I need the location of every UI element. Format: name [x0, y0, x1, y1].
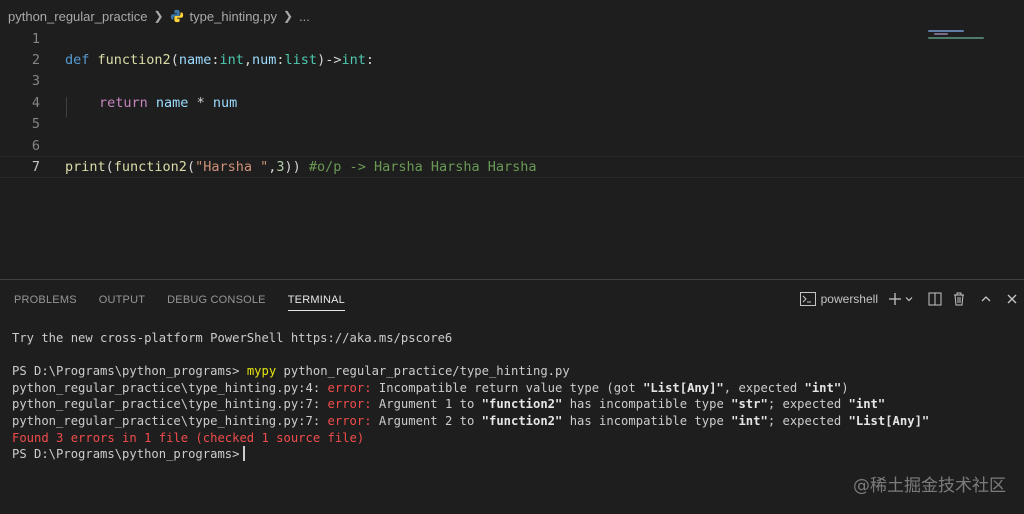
code-line: 4 return name * num: [0, 92, 1024, 113]
terminal-cursor: [243, 446, 245, 462]
shell-label: powershell: [820, 292, 878, 306]
plus-icon: [889, 293, 901, 305]
python-file-icon: [170, 9, 183, 22]
split-icon: [928, 292, 942, 306]
close-panel-button[interactable]: [1006, 293, 1018, 305]
close-icon: [1007, 294, 1017, 304]
code-line-current: 7 print(function2("Harsha ",3)) #o/p -> …: [0, 156, 1024, 178]
terminal-summary-line: Found 3 errors in 1 file (checked 1 sour…: [12, 430, 365, 445]
split-terminal-button[interactable]: [928, 292, 942, 306]
terminal-icon: [799, 292, 816, 306]
new-terminal-button[interactable]: [888, 292, 902, 306]
terminal-line: Try the new cross-platform PowerShell ht…: [12, 331, 453, 345]
line-number: 3: [31, 73, 40, 90]
tab-output[interactable]: OUTPUT: [99, 284, 145, 314]
chevron-down-icon: [905, 297, 913, 302]
line-number: 7: [31, 159, 40, 176]
terminal-prompt-line[interactable]: PS D:\Programs\python_programs>: [12, 446, 1012, 463]
code-line: 6: [0, 135, 1024, 156]
code-text: print(function2("Harsha ",3)) #o/p -> Ha…: [65, 159, 537, 176]
terminal-line: PS D:\Programs\python_programs> mypy pyt…: [12, 364, 570, 379]
code-text: return name * num: [99, 94, 238, 111]
code-editor[interactable]: 1 2 def function2(name:int,num:list)->in…: [0, 26, 1024, 271]
terminal-dropdown-button[interactable]: [904, 294, 914, 304]
line-number: 1: [31, 30, 40, 47]
code-line: 1: [0, 28, 1024, 49]
code-line: 5: [0, 114, 1024, 135]
code-line: 3: [0, 71, 1024, 92]
minimap[interactable]: [926, 28, 996, 42]
line-number: 6: [31, 137, 40, 154]
chevron-right-icon: ❯: [153, 9, 164, 23]
tab-terminal[interactable]: TERMINAL: [287, 284, 346, 314]
chevron-right-icon: ❯: [283, 9, 294, 23]
panel-tab-bar: PROBLEMS OUTPUT DEBUG CONSOLE TERMINAL: [0, 280, 353, 318]
breadcrumb-file[interactable]: type_hinting.py: [170, 9, 277, 24]
line-number: 5: [31, 116, 40, 133]
terminal-output[interactable]: Try the new cross-platform PowerShell ht…: [12, 330, 1012, 463]
trash-icon: [954, 292, 964, 306]
kill-terminal-button[interactable]: [952, 292, 966, 306]
line-number: 4: [31, 94, 40, 111]
terminal-error-line: python_regular_practice\type_hinting.py:…: [12, 413, 930, 428]
terminal-selector[interactable]: powershell: [799, 292, 878, 306]
breadcrumb-folder[interactable]: python_regular_practice: [8, 9, 147, 24]
line-number: 2: [31, 52, 40, 69]
chevron-up-icon: [981, 296, 991, 302]
breadcrumb-file-label: type_hinting.py: [189, 8, 277, 24]
maximize-panel-button[interactable]: [980, 293, 992, 305]
tab-problems[interactable]: PROBLEMS: [14, 284, 77, 314]
tab-debug-console[interactable]: DEBUG CONSOLE: [167, 284, 266, 314]
breadcrumb-more[interactable]: ...: [299, 9, 310, 24]
watermark: @稀土掘金技术社区: [853, 476, 1006, 496]
code-text: def function2(name:int,num:list)->int:: [65, 52, 374, 69]
terminal-error-line: python_regular_practice\type_hinting.py:…: [12, 380, 849, 395]
terminal-error-line: python_regular_practice\type_hinting.py:…: [12, 397, 886, 412]
code-line: 2 def function2(name:int,num:list)->int:: [0, 49, 1024, 70]
panel-actions: powershell: [790, 280, 1018, 318]
indent-guide: [66, 97, 67, 117]
